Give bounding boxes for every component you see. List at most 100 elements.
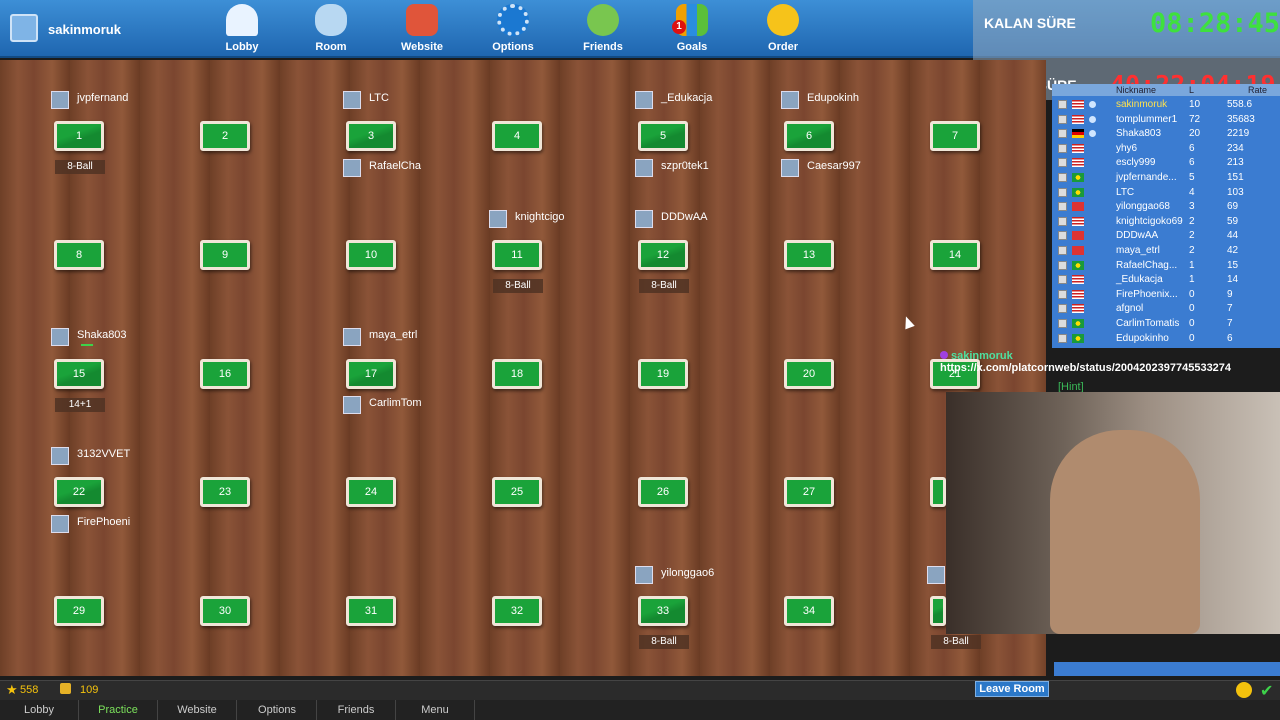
nav-friends-button[interactable]: Friends <box>563 2 643 56</box>
tab-website[interactable]: Website <box>158 700 237 720</box>
checkbox[interactable] <box>1058 333 1067 343</box>
checkbox[interactable] <box>1058 304 1067 314</box>
seated-player[interactable] <box>927 566 945 586</box>
player-rate: 7 <box>1227 303 1233 315</box>
player-name: knightcigoko69 <box>1116 215 1183 227</box>
pool-table-7[interactable]: 7 <box>930 121 980 151</box>
pool-table-31[interactable]: 31 <box>346 596 396 626</box>
user-avatar[interactable] <box>10 14 38 42</box>
checkbox[interactable] <box>1058 158 1067 168</box>
checkbox[interactable] <box>1058 173 1067 182</box>
player-list-row[interactable]: LTC 4 103 <box>1052 186 1280 201</box>
checkbox[interactable] <box>1058 100 1067 109</box>
chat-link[interactable]: https://x.com/platcornweb/status/2004202… <box>940 362 1231 374</box>
player-level: 2 <box>1189 230 1195 242</box>
pool-table-12[interactable]: 12 <box>638 240 688 270</box>
col-rate[interactable]: Rate <box>1248 85 1267 95</box>
checkbox[interactable] <box>1058 319 1067 328</box>
player-list-row[interactable]: maya_etrl 2 42 <box>1052 244 1280 259</box>
pool-table-25[interactable]: 25 <box>492 477 542 507</box>
player-list-row[interactable]: knightcigoko69 2 59 <box>1052 215 1280 230</box>
pool-table-32[interactable]: 32 <box>492 596 542 626</box>
pool-table-17[interactable]: 17 <box>346 359 396 389</box>
checkbox[interactable] <box>1058 246 1067 255</box>
player-list-row[interactable]: CarlimTomatis 0 7 <box>1052 317 1280 332</box>
pool-table-5[interactable]: 5 <box>638 121 688 151</box>
game-type-label: 8-Ball <box>55 160 105 174</box>
pool-table-30[interactable]: 30 <box>200 596 250 626</box>
checkbox[interactable] <box>1058 129 1067 139</box>
pool-table-14[interactable]: 14 <box>930 240 980 270</box>
checkbox[interactable] <box>1058 114 1067 124</box>
chat-input[interactable] <box>1054 662 1280 676</box>
coin-icon <box>60 683 71 694</box>
pool-table-24[interactable]: 24 <box>346 477 396 507</box>
chat-username[interactable]: sakinmoruk <box>951 350 1013 362</box>
tab-practice[interactable]: Practice <box>79 700 158 720</box>
nav-order-button[interactable]: Order <box>743 2 823 56</box>
player-list-row[interactable]: escly999 6 213 <box>1052 156 1280 171</box>
tab-lobby[interactable]: Lobby <box>0 700 79 720</box>
pool-table-3[interactable]: 3 <box>346 121 396 151</box>
pool-table-16[interactable]: 16 <box>200 359 250 389</box>
leave-room-button[interactable]: Leave Room <box>975 681 1049 697</box>
pool-table-34[interactable]: 34 <box>784 596 834 626</box>
tab-options[interactable]: Options <box>238 700 317 720</box>
pool-table-26[interactable]: 26 <box>638 477 688 507</box>
pool-table-1[interactable]: 1 <box>54 121 104 151</box>
pool-table-4[interactable]: 4 <box>492 121 542 151</box>
nav-website-button[interactable]: Website <box>382 2 462 56</box>
pool-table-33[interactable]: 33 <box>638 596 688 626</box>
player-list-row[interactable]: _Edukacja 1 14 <box>1052 273 1280 288</box>
tab-friends[interactable]: Friends <box>317 700 396 720</box>
pool-table-2[interactable]: 2 <box>200 121 250 151</box>
pool-table-28[interactable] <box>930 477 946 507</box>
pool-table-23[interactable]: 23 <box>200 477 250 507</box>
nav-options-button[interactable]: Options <box>473 2 553 56</box>
pool-table-8[interactable]: 8 <box>54 240 104 270</box>
player-list-row[interactable]: tomplummer1 72 35683 <box>1052 113 1280 128</box>
pool-table-19[interactable]: 19 <box>638 359 688 389</box>
pool-table-22[interactable]: 22 <box>54 477 104 507</box>
checkbox[interactable] <box>1058 289 1067 299</box>
player-list-row[interactable]: sakinmoruk 10 558.6 <box>1052 98 1280 113</box>
col-nickname[interactable]: Nickname <box>1116 85 1156 95</box>
checkbox[interactable] <box>1058 216 1067 226</box>
player-list-row[interactable]: yhy6 6 234 <box>1052 142 1280 157</box>
pool-table-13[interactable]: 13 <box>784 240 834 270</box>
checkbox[interactable] <box>1058 260 1067 270</box>
player-list-row[interactable]: RafaelChag... 1 15 <box>1052 259 1280 274</box>
pool-table-11[interactable]: 11 <box>492 240 542 270</box>
player-list-row[interactable]: DDDwAA 2 44 <box>1052 229 1280 244</box>
player-list-row[interactable]: Shaka803 20 2219 <box>1052 127 1280 142</box>
checkbox[interactable] <box>1058 275 1067 285</box>
pool-table-29[interactable]: 29 <box>54 596 104 626</box>
player-list-row[interactable]: FirePhoenix... 0 9 <box>1052 288 1280 303</box>
pool-table-9[interactable]: 9 <box>200 240 250 270</box>
pool-table-20[interactable]: 20 <box>784 359 834 389</box>
checkbox[interactable] <box>1058 143 1067 153</box>
pool-table-6[interactable]: 6 <box>784 121 834 151</box>
tab-menu[interactable]: Menu <box>396 700 475 720</box>
pool-table-15[interactable]: 15 <box>54 359 104 389</box>
pool-table-27[interactable]: 27 <box>784 477 834 507</box>
nav-goals-button[interactable]: Goals <box>652 2 732 56</box>
pool-table-10[interactable]: 10 <box>346 240 396 270</box>
checkbox[interactable] <box>1058 231 1067 241</box>
flag-icon <box>1072 202 1084 212</box>
checkbox[interactable] <box>1058 187 1067 197</box>
col-level[interactable]: L <box>1189 85 1194 95</box>
player-list-row[interactable]: yilonggao68 3 69 <box>1052 200 1280 215</box>
checkbox[interactable] <box>1058 202 1067 212</box>
nav-lobby-button[interactable]: Lobby <box>202 2 282 56</box>
pool-table-35[interactable] <box>930 596 946 626</box>
checkmark-icon[interactable]: ✔ <box>1260 681 1273 701</box>
nav-room-button[interactable]: Room <box>291 2 371 56</box>
pool-table-18[interactable]: 18 <box>492 359 542 389</box>
player-list-row[interactable]: jvpfernande... 5 151 <box>1052 171 1280 186</box>
player-list-row[interactable]: Edupokinho 0 6 <box>1052 332 1280 347</box>
flag-icon <box>1072 158 1084 168</box>
smiley-icon[interactable] <box>1236 682 1252 698</box>
player-list-row[interactable]: afgnol 0 7 <box>1052 302 1280 317</box>
player-list[interactable]: Nickname L Rate sakinmoruk 10 558.6 tomplum… <box>1052 84 1280 348</box>
